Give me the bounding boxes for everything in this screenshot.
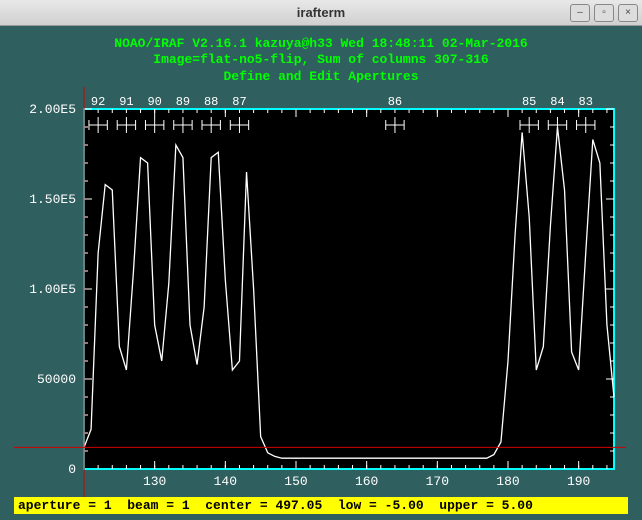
header-line1: NOAO/IRAF V2.16.1 kazuya@h33 Wed 18:48:1…: [14, 36, 628, 52]
x-tick-label: 190: [567, 474, 590, 489]
y-tick-label: 0: [68, 462, 76, 477]
aperture-label: 89: [176, 95, 190, 109]
aperture-label: 88: [204, 95, 218, 109]
minimize-button[interactable]: –: [570, 4, 590, 22]
y-tick-label: 50000: [37, 372, 76, 387]
close-button[interactable]: ×: [618, 4, 638, 22]
aperture-label: 87: [232, 95, 246, 109]
plot-container[interactable]: 50000 1.00E5 1.50E5 2.00E5 130 140 150 160 170 18…: [14, 87, 628, 497]
x-tick-label: 160: [355, 474, 378, 489]
maximize-button[interactable]: ▫: [594, 4, 614, 22]
aperture-label: 86: [388, 95, 402, 109]
header-line2: Image=flat-no5-flip, Sum of columns 307-…: [14, 52, 628, 68]
x-tick-label: 170: [426, 474, 449, 489]
aperture-label: 91: [119, 95, 133, 109]
aperture-label: 83: [579, 95, 593, 109]
y-tick-label: 1.50E5: [29, 192, 76, 207]
window-titlebar: irafterm – ▫ ×: [0, 0, 642, 26]
terminal-area: NOAO/IRAF V2.16.1 kazuya@h33 Wed 18:48:1…: [0, 26, 642, 520]
x-tick-label: 130: [143, 474, 166, 489]
x-tick-label: 180: [496, 474, 519, 489]
plot-canvas[interactable]: 50000 1.00E5 1.50E5 2.00E5 130 140 150 160 170 18…: [14, 87, 626, 497]
aperture-label: 84: [550, 95, 564, 109]
x-tick-label: 150: [284, 474, 307, 489]
x-tick-label: 140: [214, 474, 237, 489]
aperture-label: 85: [522, 95, 536, 109]
y-tick-label: 1.00E5: [29, 282, 76, 297]
aperture-label: 90: [147, 95, 161, 109]
header-block: NOAO/IRAF V2.16.1 kazuya@h33 Wed 18:48:1…: [14, 36, 628, 85]
y-tick-label: 2.00E5: [29, 102, 76, 117]
window-title: irafterm: [297, 5, 345, 20]
aperture-label: 92: [91, 95, 105, 109]
status-bar: aperture = 1 beam = 1 center = 497.05 lo…: [14, 497, 628, 514]
header-line3: Define and Edit Apertures: [14, 69, 628, 85]
window-controls: – ▫ ×: [570, 4, 638, 22]
